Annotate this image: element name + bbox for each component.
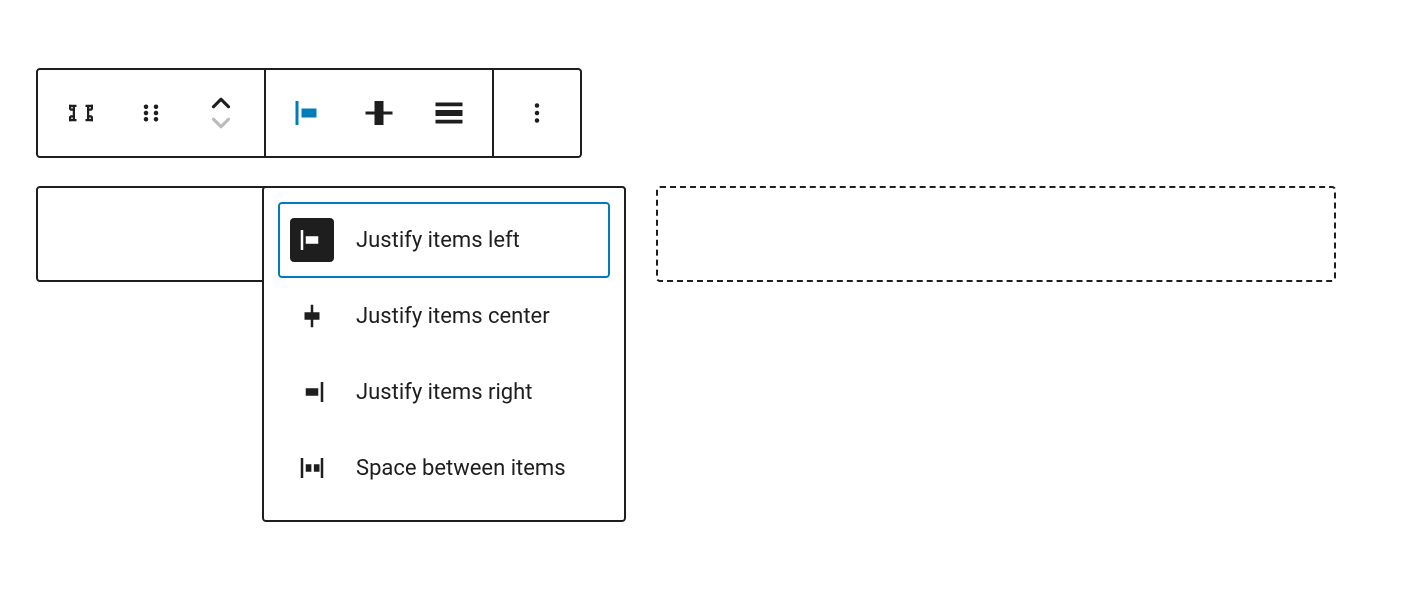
space-between-icon	[290, 446, 334, 490]
toolbar-section-justify	[266, 70, 492, 156]
dropdown-item-space-between[interactable]: Space between items	[278, 430, 610, 506]
block-type-button[interactable]	[46, 70, 116, 156]
justify-dropdown: Justify items left Justify items center …	[262, 186, 626, 522]
align-full-icon	[431, 95, 467, 131]
align-center-vertical-icon	[361, 95, 397, 131]
dropdown-item-justify-center[interactable]: Justify items center	[278, 278, 610, 354]
toolbar-section-more	[494, 70, 580, 156]
justify-right-icon	[290, 370, 334, 414]
move-up-down-button[interactable]	[186, 70, 256, 156]
toolbar-section-block	[38, 70, 264, 156]
dropdown-item-label: Justify items left	[356, 228, 520, 253]
placeholder-block[interactable]	[656, 186, 1336, 282]
justify-left-button[interactable]	[274, 70, 344, 156]
chevron-up-down-icon	[206, 91, 236, 135]
align-center-vertical-button[interactable]	[344, 70, 414, 156]
more-vertical-icon	[522, 98, 552, 128]
dropdown-item-label: Justify items center	[356, 304, 550, 329]
justify-center-icon	[290, 294, 334, 338]
drag-handle-button[interactable]	[116, 70, 186, 156]
justify-left-icon	[291, 95, 327, 131]
block-toolbar	[36, 68, 582, 158]
drag-handle-icon	[136, 98, 166, 128]
justify-left-icon	[290, 218, 334, 262]
dropdown-item-justify-left[interactable]: Justify items left	[278, 202, 610, 278]
dropdown-item-label: Justify items right	[356, 380, 532, 405]
dropdown-item-label: Space between items	[356, 456, 566, 481]
row-block-icon	[63, 95, 99, 131]
more-options-button[interactable]	[502, 70, 572, 156]
dropdown-item-justify-right[interactable]: Justify items right	[278, 354, 610, 430]
align-full-width-button[interactable]	[414, 70, 484, 156]
